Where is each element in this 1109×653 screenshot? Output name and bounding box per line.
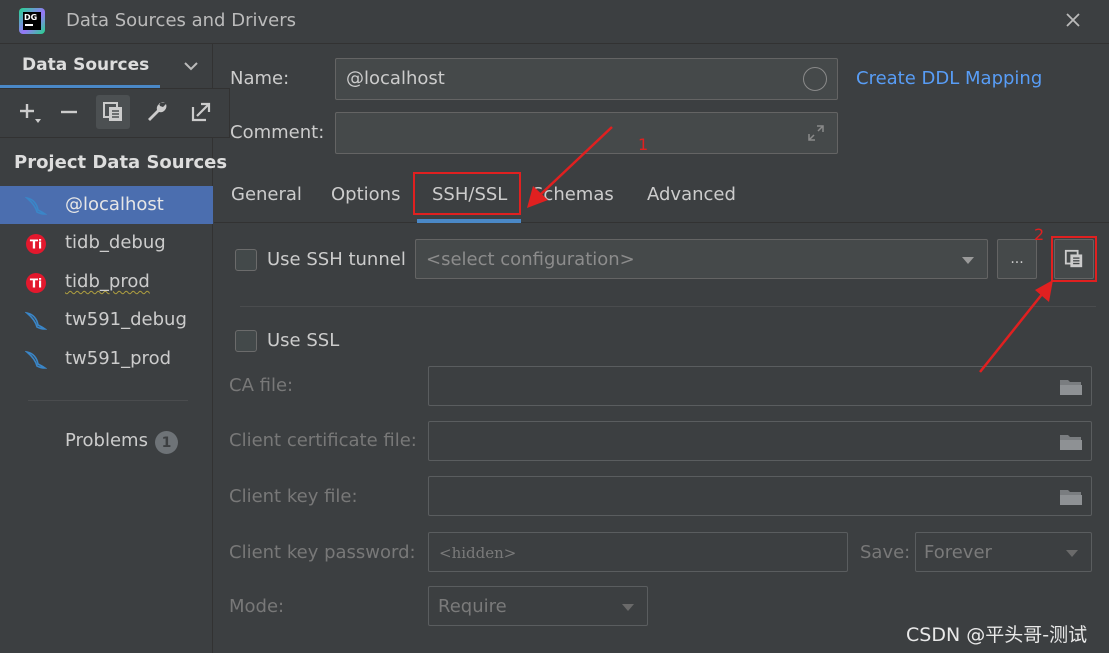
annotation-arrow-one bbox=[539, 126, 613, 196]
watermark: CSDN @平头哥-测试 bbox=[906, 624, 1088, 646]
annotation-arrow-two bbox=[979, 292, 1044, 373]
annotation-arrows bbox=[527, 126, 1053, 373]
